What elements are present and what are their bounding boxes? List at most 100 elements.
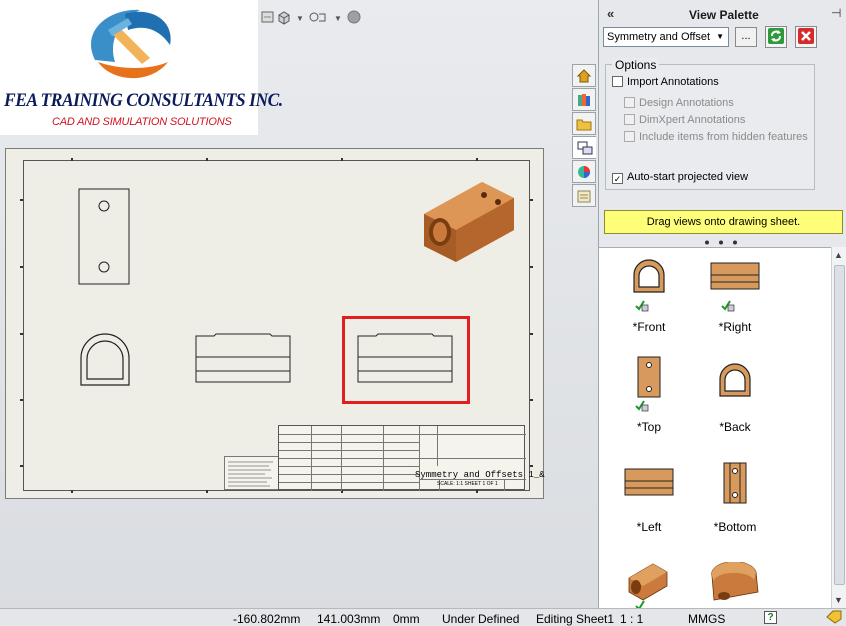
custom-properties-icon[interactable] bbox=[572, 184, 596, 207]
close-icon bbox=[798, 28, 814, 44]
design-annotations-checkbox: Design Annotations bbox=[624, 97, 734, 111]
options-group: Options Import Annotations Design Annota… bbox=[605, 58, 815, 190]
dimxpert-annotations-checkbox: DimXpert Annotations bbox=[624, 114, 745, 128]
palette-view-label: *Right bbox=[718, 320, 752, 334]
logo-subtitle: CAD AND SIMULATION SOLUTIONS bbox=[52, 116, 232, 128]
chevron-down-icon[interactable]: ▼ bbox=[334, 14, 342, 23]
drawing-view-front[interactable] bbox=[78, 332, 132, 388]
palette-view-isometric[interactable] bbox=[599, 548, 699, 608]
browse-button[interactable]: ... bbox=[735, 27, 757, 47]
option-label: DimXpert Annotations bbox=[639, 114, 746, 126]
clear-button[interactable] bbox=[795, 26, 817, 48]
auto-start-projected-view-checkbox[interactable]: ✓ Auto-start projected view bbox=[612, 171, 748, 185]
palette-view-label: *Back bbox=[719, 420, 751, 434]
drawing-view-isometric[interactable] bbox=[410, 170, 522, 270]
view-orientation-icon[interactable] bbox=[276, 9, 292, 25]
chevron-down-icon[interactable]: ▼ bbox=[296, 14, 304, 23]
title-block-name: Symmetry and Offsets 1_& bbox=[415, 470, 545, 480]
highlight-box bbox=[342, 316, 470, 404]
options-legend: Options bbox=[612, 58, 660, 72]
tag-icon[interactable] bbox=[826, 610, 842, 626]
checkbox-icon bbox=[624, 114, 635, 125]
palette-view-label: *Top bbox=[636, 420, 662, 434]
back-view-thumbnail bbox=[719, 363, 751, 397]
include-hidden-features-checkbox: Include items from hidden features bbox=[624, 131, 808, 145]
palette-view-label: *Left bbox=[636, 520, 662, 534]
status-definition: Under Defined bbox=[442, 612, 520, 626]
views-scrollbar[interactable]: ▲ ▼ bbox=[831, 247, 846, 608]
status-y-coordinate: 141.003mm bbox=[317, 612, 381, 626]
option-label: Auto-start projected view bbox=[627, 171, 749, 183]
appearance-sphere-icon[interactable] bbox=[346, 9, 362, 25]
palette-view-dimetric[interactable] bbox=[685, 548, 785, 608]
design-library-icon[interactable] bbox=[572, 88, 596, 111]
display-style-icon[interactable] bbox=[308, 9, 326, 25]
annotations-check-icon bbox=[635, 400, 649, 412]
left-view-thumbnail bbox=[624, 468, 674, 496]
annotations-check-icon bbox=[635, 300, 649, 312]
status-z-coordinate: 0mm bbox=[393, 612, 420, 626]
help-icon[interactable]: ? bbox=[764, 611, 777, 624]
scroll-up-icon[interactable]: ▲ bbox=[834, 250, 843, 260]
isometric-view-thumbnail bbox=[628, 563, 668, 601]
palette-view-right[interactable]: *Right bbox=[685, 248, 785, 343]
bottom-view-thumbnail bbox=[723, 462, 747, 504]
palette-view-label: *Front bbox=[632, 320, 666, 334]
chevron-down-icon: ▼ bbox=[716, 32, 724, 41]
scroll-down-icon[interactable]: ▼ bbox=[834, 595, 843, 605]
right-view-thumbnail bbox=[710, 262, 760, 290]
view-toolbar: ▼ ▼ bbox=[258, 6, 598, 28]
dimetric-view-thumbnail bbox=[711, 562, 759, 601]
annotations-check-icon bbox=[635, 600, 645, 608]
logo-mark-icon bbox=[91, 9, 171, 79]
status-bar: -160.802mm 141.003mm 0mm Under Defined E… bbox=[0, 608, 846, 626]
status-units[interactable]: MMGS bbox=[688, 612, 725, 626]
checkmark-icon: ✓ bbox=[612, 173, 623, 184]
drawing-view-top[interactable] bbox=[78, 188, 132, 286]
pin-icon[interactable]: ⊣ bbox=[831, 6, 841, 20]
palette-view-back[interactable]: *Back bbox=[685, 348, 785, 443]
status-scale[interactable]: 1 : 1 bbox=[620, 612, 643, 626]
zoom-area-icon[interactable] bbox=[260, 9, 276, 25]
refresh-button[interactable] bbox=[765, 26, 787, 48]
scroll-thumb[interactable] bbox=[834, 265, 845, 585]
view-palette-tab-icon[interactable] bbox=[572, 136, 596, 159]
double-chevron-left-icon[interactable]: « bbox=[607, 6, 614, 21]
task-pane-tabs bbox=[572, 64, 596, 208]
title-block-sheet: SCALE: 1:1 SHEET 1 OF 1 bbox=[437, 481, 498, 487]
document-select-value: Symmetry and Offset bbox=[607, 31, 711, 43]
checkbox-icon bbox=[612, 76, 623, 87]
document-select[interactable]: Symmetry and Offset ▼ bbox=[603, 27, 729, 47]
logo-title: FEA TRAINING CONSULTANTS INC. bbox=[4, 90, 283, 111]
annotations-check-icon bbox=[721, 300, 735, 312]
front-view-thumbnail bbox=[633, 259, 665, 293]
appearances-icon[interactable] bbox=[572, 160, 596, 183]
palette-view-label: *Bottom bbox=[713, 520, 757, 534]
solidworks-resources-icon[interactable] bbox=[572, 64, 596, 87]
panel-splitter[interactable] bbox=[599, 240, 846, 245]
company-logo: FEA TRAINING CONSULTANTS INC. CAD AND SI… bbox=[0, 0, 283, 135]
notes-block bbox=[224, 456, 279, 490]
checkbox-icon bbox=[624, 131, 635, 142]
palette-view-top[interactable]: *Top bbox=[599, 348, 699, 443]
view-palette-panel: « View Palette ⊣ Symmetry and Offset ▼ .… bbox=[598, 0, 846, 608]
top-view-thumbnail bbox=[637, 356, 661, 398]
option-label: Import Annotations bbox=[627, 76, 719, 88]
palette-header: « View Palette ⊣ bbox=[599, 2, 846, 24]
import-annotations-checkbox[interactable]: Import Annotations bbox=[612, 76, 719, 90]
palette-title: View Palette bbox=[689, 8, 759, 22]
drawing-view-right[interactable] bbox=[194, 333, 292, 385]
option-label: Design Annotations bbox=[639, 97, 734, 109]
palette-views-list: *Front *Right *Top *Back *Left *Bottom bbox=[599, 247, 831, 608]
status-x-coordinate: -160.802mm bbox=[233, 612, 301, 626]
drag-hint-banner: Drag views onto drawing sheet. bbox=[604, 210, 843, 234]
palette-view-bottom[interactable]: *Bottom bbox=[685, 448, 785, 543]
option-label: Include items from hidden features bbox=[639, 131, 808, 143]
drawing-sheet[interactable]: Symmetry and Offsets 1_& SCALE: 1:1 SHEE… bbox=[5, 148, 545, 499]
title-block: Symmetry and Offsets 1_& SCALE: 1:1 SHEE… bbox=[278, 425, 545, 491]
palette-view-left[interactable]: *Left bbox=[599, 448, 699, 543]
refresh-icon bbox=[768, 28, 784, 44]
status-editing: Editing Sheet1 bbox=[536, 612, 615, 626]
palette-view-front[interactable]: *Front bbox=[599, 248, 699, 343]
file-explorer-icon[interactable] bbox=[572, 112, 596, 135]
